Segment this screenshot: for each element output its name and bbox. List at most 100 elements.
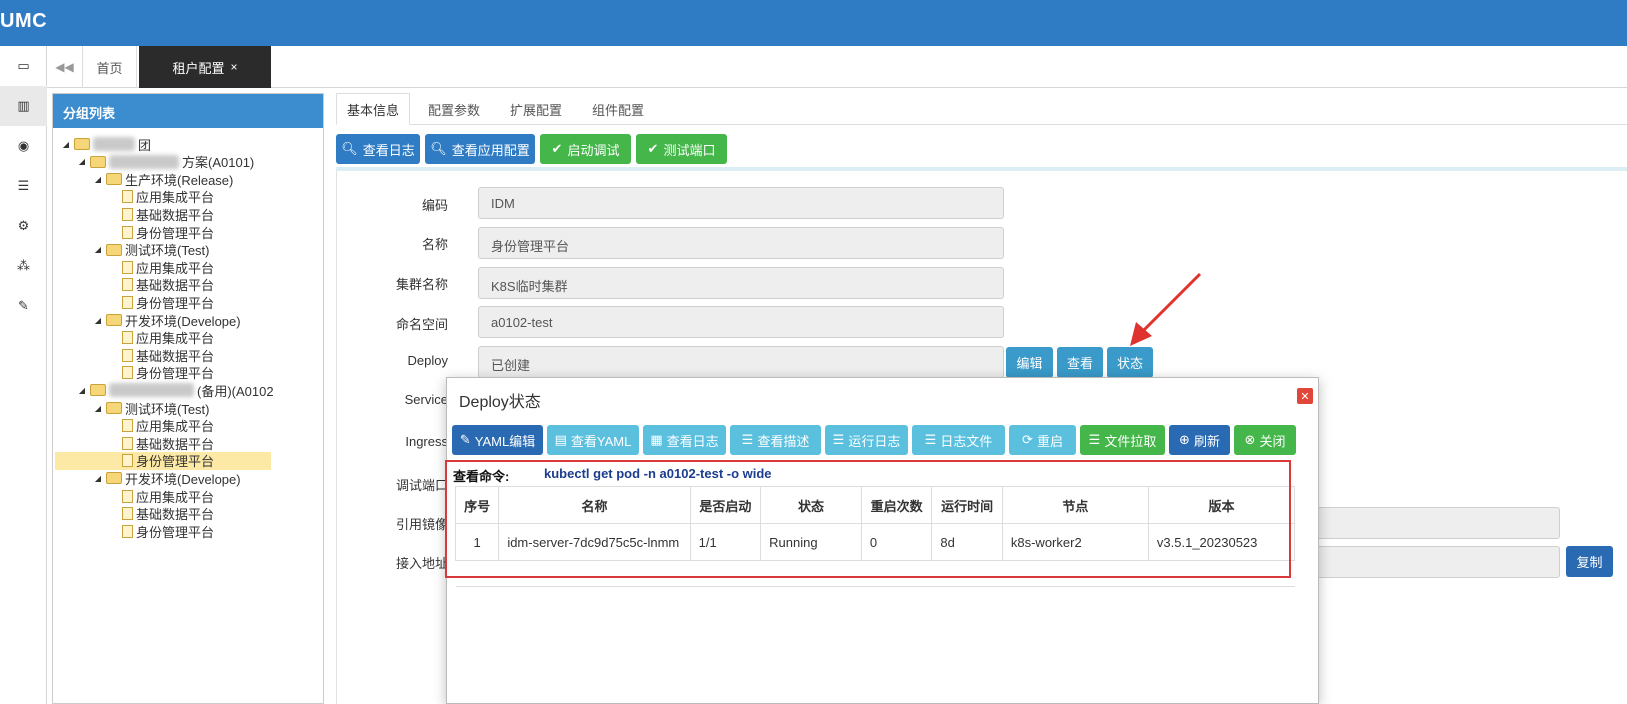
caret-down-icon[interactable]: ◢ [61, 140, 71, 149]
tree-item-label: 应用集成平台 [136, 260, 215, 276]
tree-item-label: 测试环境(Test) [125, 401, 210, 417]
tree-item[interactable]: ◢ 开发环境(Develope) [93, 311, 241, 329]
access-field[interactable] [1280, 546, 1560, 578]
name-field[interactable]: 身份管理平台 [478, 227, 1004, 259]
tree-item[interactable]: 身份管理平台 [55, 451, 271, 470]
tree-item[interactable]: 基础数据平台 [109, 276, 214, 294]
caret-down-icon[interactable]: ◢ [77, 157, 87, 166]
tree-item[interactable]: 基础数据平台 [109, 434, 214, 452]
tree-item[interactable]: 身份管理平台 [109, 364, 214, 382]
id-card-icon[interactable]: ▭ [0, 46, 47, 86]
close-dialog-label: 关闭 [1259, 433, 1286, 449]
close-icon[interactable]: × [231, 60, 238, 74]
tree-item[interactable]: ◢ 测试环境(Test) [93, 241, 210, 259]
table-row[interactable]: 1 idm-server-7dc9d75c5c-lnmm 1/1 Running… [454, 523, 1296, 561]
tree-item-label: 身份管理平台 [136, 524, 215, 540]
deploy-view-button[interactable]: 查看 [1057, 347, 1103, 378]
tree-item[interactable]: 应用集成平台 [109, 258, 214, 276]
caret-down-icon[interactable]: ◢ [77, 386, 87, 395]
code-field[interactable]: IDM [478, 187, 1004, 219]
start-debug-button[interactable]: ✔ 启动调试 [540, 134, 631, 164]
tree-item-label: 开发环境(Develope) [125, 471, 241, 487]
caret-down-icon[interactable]: ◢ [93, 316, 103, 325]
tree-item[interactable]: 应用集成平台 [109, 188, 214, 206]
pod-table: 序号 名称 是否启动 状态 重启次数 运行时间 节点 版本 1 idm-serv… [454, 486, 1296, 587]
tree-item[interactable]: ◢ (备用)(A0102 [77, 381, 274, 399]
view-log-button[interactable]: 🔍︎ 查看日志 [336, 134, 420, 164]
tree-item[interactable]: ◢ 方案(A0101) [77, 153, 254, 171]
tree-item[interactable]: 应用集成平台 [109, 329, 214, 347]
list-icon: ☰ [832, 432, 845, 447]
cluster-field[interactable]: K8S临时集群 [478, 267, 1004, 299]
refresh-icon: ⟳ [1022, 432, 1033, 447]
tab-tenant-config-label: 租户配置 [172, 60, 225, 76]
tree-item-label: 基础数据平台 [136, 207, 215, 223]
sitemap-icon[interactable]: ⁂ [0, 246, 47, 286]
view-desc-button[interactable]: ☰ 查看描述 [730, 425, 821, 455]
list-icon[interactable]: ☰ [0, 166, 47, 206]
wrench-icon[interactable]: ✎ [0, 286, 47, 326]
tab-home[interactable]: 首页 [83, 46, 137, 88]
tree-item[interactable]: 基础数据平台 [109, 205, 214, 223]
tree-item[interactable]: 身份管理平台 [109, 223, 214, 241]
deploy-status-button[interactable]: 状态 [1107, 347, 1153, 378]
tree-item-label: 应用集成平台 [136, 190, 215, 206]
eye-icon[interactable]: ◉ [0, 126, 47, 166]
tree-item[interactable]: 基础数据平台 [109, 346, 214, 364]
view-log-dialog-button[interactable]: ▦ 查看日志 [643, 425, 726, 455]
file-pull-button[interactable]: ☰ 文件拉取 [1080, 425, 1165, 455]
caret-down-icon[interactable]: ◢ [93, 474, 103, 483]
log-file-label: 日志文件 [940, 433, 993, 449]
tree-item[interactable]: 身份管理平台 [109, 522, 214, 540]
deploy-edit-button[interactable]: 编辑 [1006, 347, 1053, 378]
group-tree-header: 分组列表 [53, 94, 323, 128]
tab-config-params[interactable]: 配置参数 [414, 93, 494, 125]
tab-tenant-config[interactable]: 租户配置 × [139, 46, 271, 88]
tab-back-icon[interactable]: ◀◀ [47, 46, 83, 88]
test-port-button[interactable]: ✔ 测试端口 [636, 134, 727, 164]
refresh-button[interactable]: ⊕ 刷新 [1169, 425, 1230, 455]
yaml-edit-button[interactable]: ✎ YAML编辑 [452, 425, 543, 455]
col-started: 是否启动 [689, 486, 762, 524]
tree-item-label: 应用集成平台 [136, 419, 215, 435]
gear-icon[interactable]: ⚙ [0, 206, 47, 246]
log-file-button[interactable]: ☰ 日志文件 [912, 425, 1005, 455]
tree-item[interactable]: ◢ 测试环境(Test) [93, 399, 210, 417]
tree-item[interactable]: ◢ 团 [61, 135, 151, 153]
copy-button[interactable]: 复制 [1566, 546, 1613, 577]
bank-icon[interactable]: ▥ [0, 86, 47, 126]
tree-item[interactable]: 基础数据平台 [109, 505, 214, 523]
document-icon [122, 331, 133, 345]
run-log-button[interactable]: ☰ 运行日志 [825, 425, 908, 455]
empty-cell [455, 560, 1295, 587]
caret-down-icon[interactable]: ◢ [93, 245, 103, 254]
dialog-title: Deploy状态 [459, 394, 541, 411]
check-circle-icon: ✔ [551, 141, 563, 156]
tree-item[interactable]: 应用集成平台 [109, 417, 214, 435]
tree-item-label: 身份管理平台 [136, 366, 215, 382]
restart-button[interactable]: ⟳ 重启 [1009, 425, 1076, 455]
close-dialog-button[interactable]: ⊗ 关闭 [1234, 425, 1296, 455]
close-icon[interactable]: ✕ [1297, 388, 1313, 404]
deploy-field[interactable]: 已创建 [478, 346, 1004, 378]
tree-item-label: 应用集成平台 [136, 331, 215, 347]
tree-item[interactable]: 身份管理平台 [109, 293, 214, 311]
image-field[interactable] [1280, 507, 1560, 539]
view-app-config-button[interactable]: 🔍︎ 查看应用配置 [425, 134, 535, 164]
cell-started: 1/1 [689, 523, 762, 561]
caret-down-icon[interactable]: ◢ [93, 404, 103, 413]
tab-basic-info[interactable]: 基本信息 [336, 93, 410, 125]
tab-extend-config[interactable]: 扩展配置 [496, 93, 576, 125]
view-yaml-button[interactable]: ▤ 查看YAML [547, 425, 639, 455]
namespace-field[interactable]: a0102-test [478, 306, 1004, 338]
tree-item[interactable]: ◢ 开发环境(Develope) [93, 469, 241, 487]
access-label: 接入地址 [395, 556, 448, 571]
folder-icon [74, 138, 90, 150]
tree-item-label: 方案(A0101) [182, 155, 255, 171]
tree-item[interactable]: ◢ 生产环境(Release) [93, 170, 233, 188]
tab-component-config[interactable]: 组件配置 [578, 93, 658, 125]
cell-index: 1 [454, 523, 500, 561]
tree-item[interactable]: 应用集成平台 [109, 487, 214, 505]
caret-down-icon[interactable]: ◢ [93, 175, 103, 184]
start-debug-label: 启动调试 [567, 142, 620, 158]
